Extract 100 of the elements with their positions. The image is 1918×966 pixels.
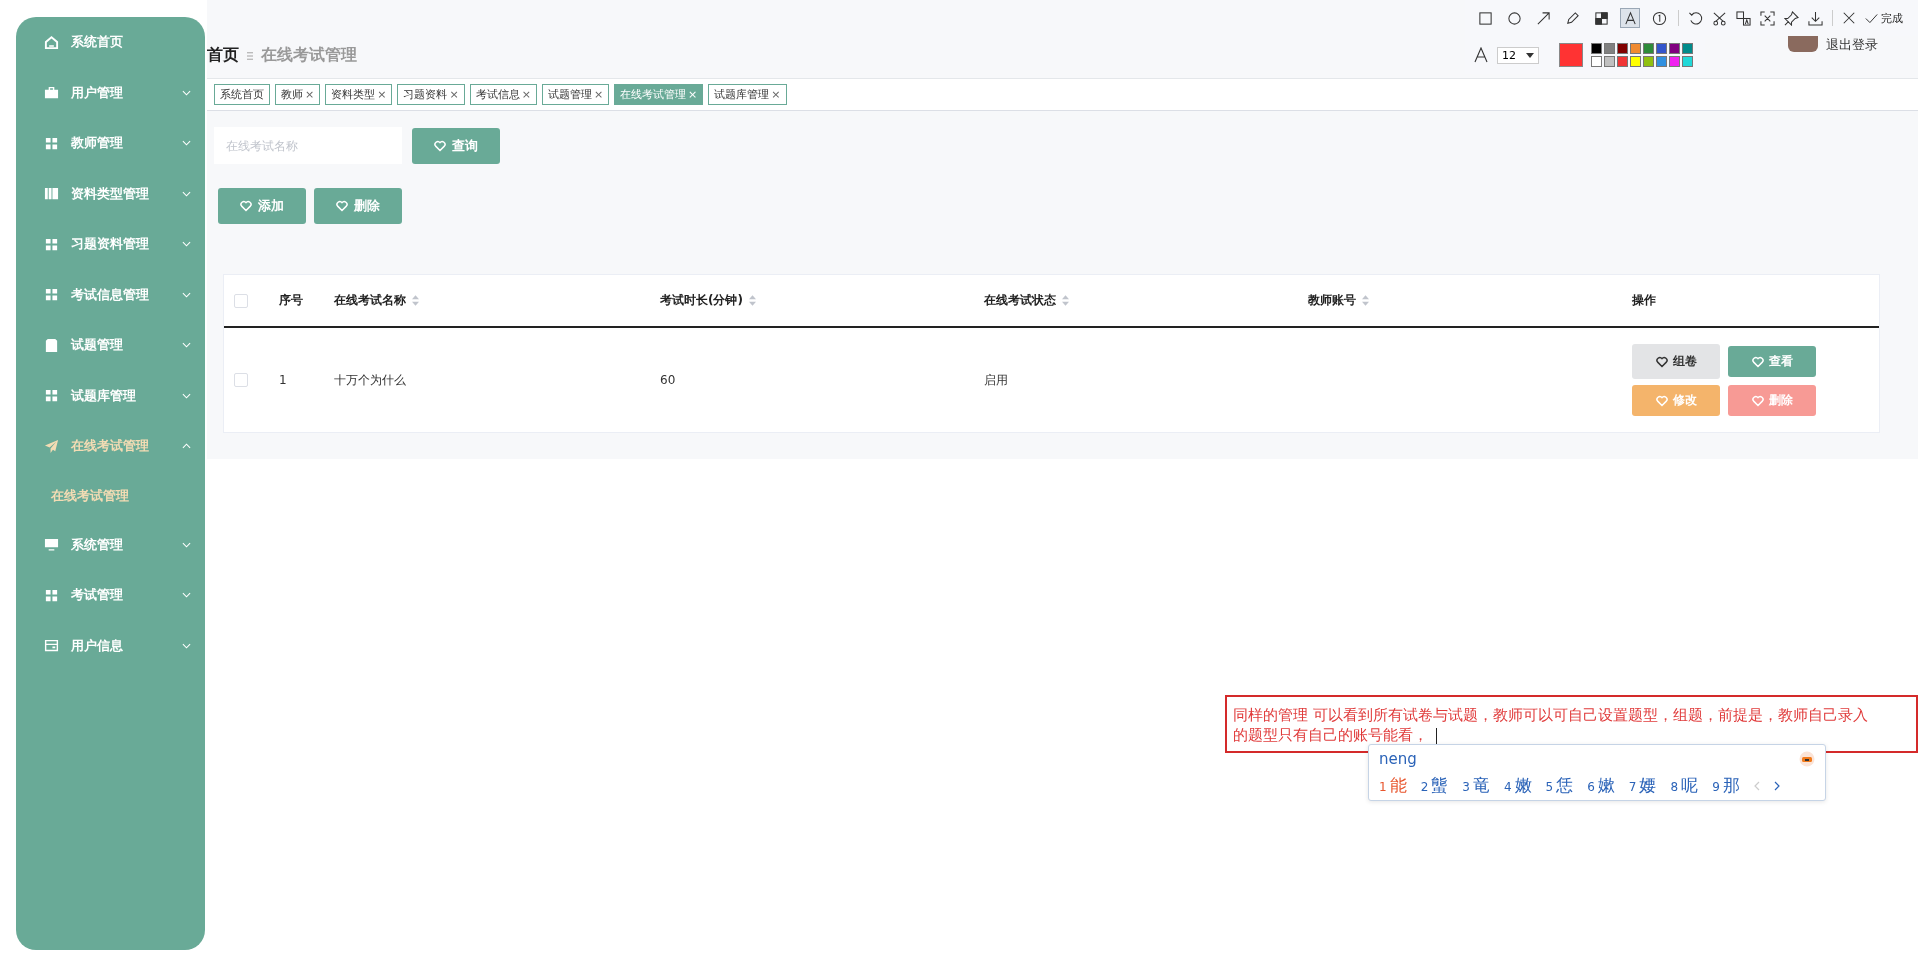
pin-icon[interactable] <box>1784 10 1799 26</box>
tab[interactable]: 试题库管理 × <box>708 84 787 105</box>
ime-candidate[interactable]: 1 能 <box>1379 774 1407 797</box>
color-swatch[interactable] <box>1591 56 1602 67</box>
font-icon <box>1473 47 1489 63</box>
color-swatch[interactable] <box>1630 56 1641 67</box>
tab[interactable]: 教师 × <box>275 84 321 105</box>
heart-icon <box>1751 394 1764 407</box>
home-icon <box>44 34 59 50</box>
column-header[interactable]: 在线考试状态 <box>984 292 1069 309</box>
ime-input-text: neng <box>1379 750 1417 768</box>
close-icon[interactable] <box>1842 11 1856 25</box>
ime-candidate[interactable]: 7 婹 <box>1628 774 1657 797</box>
caret-down-icon <box>182 541 191 548</box>
select-all-checkbox[interactable] <box>234 293 248 308</box>
sort-icon[interactable] <box>412 295 419 306</box>
column-header[interactable]: 在线考试名称 <box>334 292 419 309</box>
grid-icon <box>44 587 59 603</box>
card-icon <box>44 638 59 654</box>
scan-icon[interactable] <box>1760 10 1775 26</box>
grid-icon <box>44 135 59 151</box>
text-tool-icon[interactable] <box>1620 8 1640 28</box>
color-swatch[interactable] <box>1682 56 1693 67</box>
table-cell: 1 <box>279 373 287 387</box>
dropdown-arrow-icon <box>1526 52 1534 58</box>
heart-icon <box>1751 355 1764 368</box>
bag-icon <box>44 85 59 101</box>
sort-icon[interactable] <box>1062 295 1069 306</box>
color-swatch[interactable] <box>1604 43 1615 54</box>
tab[interactable]: 考试信息 × <box>469 84 537 105</box>
color-swatch[interactable] <box>1617 43 1628 54</box>
ime-candidate[interactable]: 8 呢 <box>1670 774 1699 797</box>
logout-link[interactable]: 退出登录 <box>1826 36 1878 54</box>
row-action-button[interactable]: 组卷 <box>1632 344 1720 379</box>
grid-icon <box>44 388 59 404</box>
grid-icon <box>44 236 59 252</box>
caret-down-icon <box>182 342 191 349</box>
caret-down-icon <box>182 140 191 147</box>
ime-candidate[interactable]: 2 螚 <box>1420 774 1449 797</box>
clip-icon <box>44 337 59 353</box>
color-swatch[interactable] <box>1617 56 1628 67</box>
color-swatch[interactable] <box>1669 56 1680 67</box>
book-icon <box>44 186 59 202</box>
current-color-swatch[interactable] <box>1559 43 1583 67</box>
separator-icon <box>247 50 253 61</box>
ime-candidate[interactable]: 6 嫰 <box>1587 774 1615 797</box>
color-swatch[interactable] <box>1630 43 1641 54</box>
table-cell: 启用 <box>984 371 1008 389</box>
font-size-dropdown[interactable]: 12 <box>1497 46 1539 64</box>
table-cell: 十万个为什么 <box>334 371 406 389</box>
color-swatch[interactable] <box>1604 56 1615 67</box>
tab[interactable]: 资料类型 × <box>325 84 393 105</box>
download-icon[interactable] <box>1808 10 1823 26</box>
row-checkbox[interactable] <box>234 373 248 387</box>
done-button[interactable]: 完成 <box>1865 10 1903 26</box>
column-header: 序号 <box>279 292 303 309</box>
sort-icon[interactable] <box>748 295 756 306</box>
color-swatch[interactable] <box>1643 56 1654 67</box>
caret-up-icon <box>182 443 191 450</box>
search-field[interactable]: 在线考试名称 <box>214 127 402 164</box>
color-swatch[interactable] <box>1669 43 1680 54</box>
ime-candidate[interactable]: 5 恁 <box>1545 774 1574 797</box>
tab[interactable]: 系统首页 <box>214 84 270 105</box>
caret-down-icon <box>182 392 191 399</box>
sort-icon[interactable] <box>1362 295 1369 306</box>
color-swatch[interactable] <box>1656 56 1667 67</box>
ime-candidate[interactable]: 9 那 <box>1712 774 1740 797</box>
heart-icon <box>1655 355 1668 368</box>
plane-icon <box>44 438 59 454</box>
color-swatch[interactable] <box>1591 43 1602 54</box>
color-swatch[interactable] <box>1643 43 1654 54</box>
tab[interactable]: 习题资料 × <box>397 84 465 105</box>
grid-icon <box>44 287 59 303</box>
undo-icon[interactable] <box>1688 10 1703 26</box>
color-swatch[interactable] <box>1656 43 1667 54</box>
heart-icon <box>240 200 252 212</box>
caret-down-icon <box>182 241 191 248</box>
color-swatch[interactable] <box>1682 43 1693 54</box>
breadcrumb-home[interactable]: 首页 <box>207 45 239 66</box>
caret-down-icon <box>182 190 191 197</box>
ime-candidate[interactable]: 4 嫩 <box>1503 774 1532 797</box>
caret-down-icon <box>182 89 191 96</box>
heart-icon <box>336 200 348 212</box>
heart-icon <box>434 139 446 152</box>
next-page-icon[interactable] <box>1773 780 1780 791</box>
tab[interactable]: 试题管理 × <box>541 84 610 105</box>
caret-down-icon <box>182 291 191 298</box>
heart-icon <box>1655 394 1668 407</box>
column-header[interactable]: 教师账号 <box>1308 292 1369 309</box>
monitor-icon <box>44 537 59 553</box>
column-header[interactable]: 考试时长(分钟) <box>660 292 756 309</box>
table-cell: 60 <box>660 373 676 387</box>
caret-down-icon <box>182 642 191 649</box>
previous-page-icon[interactable] <box>1753 780 1760 791</box>
ime-candidate[interactable]: 3 竜 <box>1462 774 1490 797</box>
check-icon <box>1865 11 1878 25</box>
caret-down-icon <box>182 592 191 599</box>
breadcrumb-current: 在线考试管理 <box>261 45 357 66</box>
scissors-icon[interactable] <box>1712 10 1727 26</box>
translate-icon[interactable] <box>1736 10 1751 26</box>
